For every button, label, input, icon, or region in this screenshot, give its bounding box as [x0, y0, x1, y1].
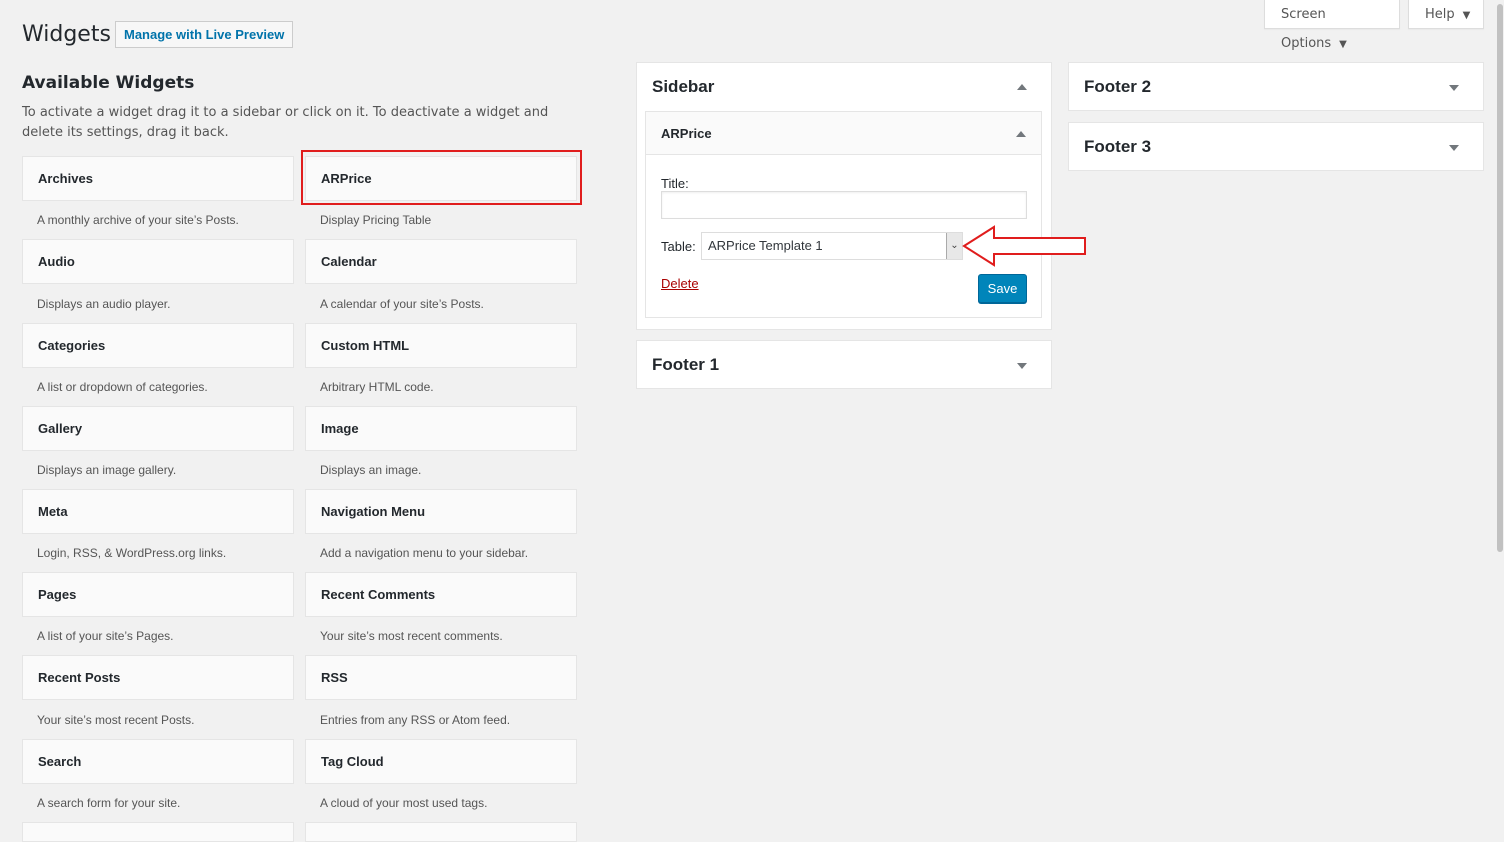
live-preview-button[interactable]: Manage with Live Preview [115, 21, 294, 48]
widget-calendar[interactable]: Calendar [305, 239, 577, 284]
delete-link[interactable]: Delete [661, 276, 699, 291]
widget-meta[interactable]: Meta [22, 489, 294, 534]
widget-categories[interactable]: Categories [22, 323, 294, 368]
widget-description: A monthly archive of your site’s Posts. [37, 213, 239, 227]
arprice-widget-header[interactable]: ARPrice [646, 112, 1041, 155]
caret-down-icon: ▼ [1462, 10, 1471, 21]
widget-description: A cloud of your most used tags. [320, 796, 488, 810]
available-widgets-description: To activate a widget drag it to a sideba… [22, 105, 549, 140]
widget-recent-comments[interactable]: Recent Comments [305, 572, 577, 617]
widget-gallery[interactable]: Gallery [22, 406, 294, 451]
widget-image[interactable]: Image [305, 406, 577, 451]
scrollbar-thumb[interactable] [1497, 4, 1503, 552]
collapse-toggle-icon[interactable] [1017, 84, 1027, 90]
expand-toggle-icon[interactable] [1449, 85, 1459, 91]
widget-recent-posts[interactable]: Recent Posts [22, 655, 294, 700]
table-select-value: ARPrice Template 1 [708, 238, 823, 253]
title-label: Title: [661, 176, 689, 191]
widget-pages[interactable]: Pages [22, 572, 294, 617]
footer-3-title: Footer 3 [1084, 137, 1152, 156]
caret-down-icon: ▼ [1339, 39, 1347, 50]
title-input[interactable] [661, 191, 1027, 219]
widget-description: Displays an image. [320, 463, 422, 477]
widget-description: A calendar of your site’s Posts. [320, 297, 484, 311]
widget-search[interactable]: Search [22, 739, 294, 784]
widget-archives[interactable]: Archives [22, 156, 294, 201]
save-button[interactable]: Save [978, 274, 1027, 303]
expand-toggle-icon[interactable] [1449, 145, 1459, 151]
widget-custom-html[interactable]: Custom HTML [305, 323, 577, 368]
table-select[interactable]: ARPrice Template 1 ⌄ [701, 232, 963, 260]
widget-audio[interactable]: Audio [22, 239, 294, 284]
red-arrow-icon [962, 225, 1086, 267]
footer-2-title: Footer 2 [1084, 77, 1152, 96]
arprice-widget-form: ARPrice Title: Table: ARPrice Template 1… [645, 111, 1042, 318]
collapse-toggle-icon[interactable] [1016, 131, 1026, 137]
widget-tag-cloud[interactable]: Tag Cloud [305, 739, 577, 784]
footer-1-area[interactable]: Footer 1 [636, 340, 1052, 389]
widget-description: A search form for your site. [37, 796, 181, 810]
footer-2-area[interactable]: Footer 2 [1068, 62, 1484, 111]
annotation-highlight-box [301, 150, 582, 205]
widget-description: Display Pricing Table [320, 213, 432, 227]
screen-options-button[interactable]: Screen Options ▼ [1264, 0, 1400, 51]
widget-description: Your site’s most recent comments. [320, 629, 503, 643]
widget-rss[interactable]: RSS [305, 655, 577, 700]
page-scrollbar[interactable] [1496, 0, 1504, 827]
widget-description: Displays an audio player. [37, 297, 171, 311]
widget-description: Entries from any RSS or Atom feed. [320, 713, 511, 727]
chevron-down-icon[interactable]: ⌄ [946, 233, 962, 259]
screen-options-label: Screen Options [1281, 7, 1332, 51]
footer-1-title: Footer 1 [652, 355, 720, 374]
widget-partial[interactable] [305, 822, 577, 842]
available-widgets-title: Available Widgets [22, 73, 195, 93]
widget-navigation-menu[interactable]: Navigation Menu [305, 489, 577, 534]
widget-description: Login, RSS, & WordPress.org links. [37, 546, 227, 560]
widget-partial[interactable] [22, 822, 294, 842]
footer-3-area[interactable]: Footer 3 [1068, 122, 1484, 171]
sidebar-area-title[interactable]: Sidebar [652, 63, 714, 111]
widget-description: Displays an image gallery. [37, 463, 177, 477]
help-label: Help [1425, 7, 1455, 22]
widget-description: A list or dropdown of categories. [37, 380, 208, 394]
page-title: Widgets [22, 22, 111, 47]
widget-description: Arbitrary HTML code. [320, 380, 434, 394]
widget-description: Your site’s most recent Posts. [37, 713, 195, 727]
arprice-widget-name: ARPrice [661, 126, 712, 141]
sidebar-area: Sidebar ARPrice Title: Table: ARPrice Te… [636, 62, 1052, 330]
table-label: Table: [661, 239, 696, 254]
help-button[interactable]: Help ▼ [1408, 0, 1484, 29]
widget-description: Add a navigation menu to your sidebar. [320, 546, 529, 560]
expand-toggle-icon[interactable] [1017, 363, 1027, 369]
widget-description: A list of your site’s Pages. [37, 629, 174, 643]
